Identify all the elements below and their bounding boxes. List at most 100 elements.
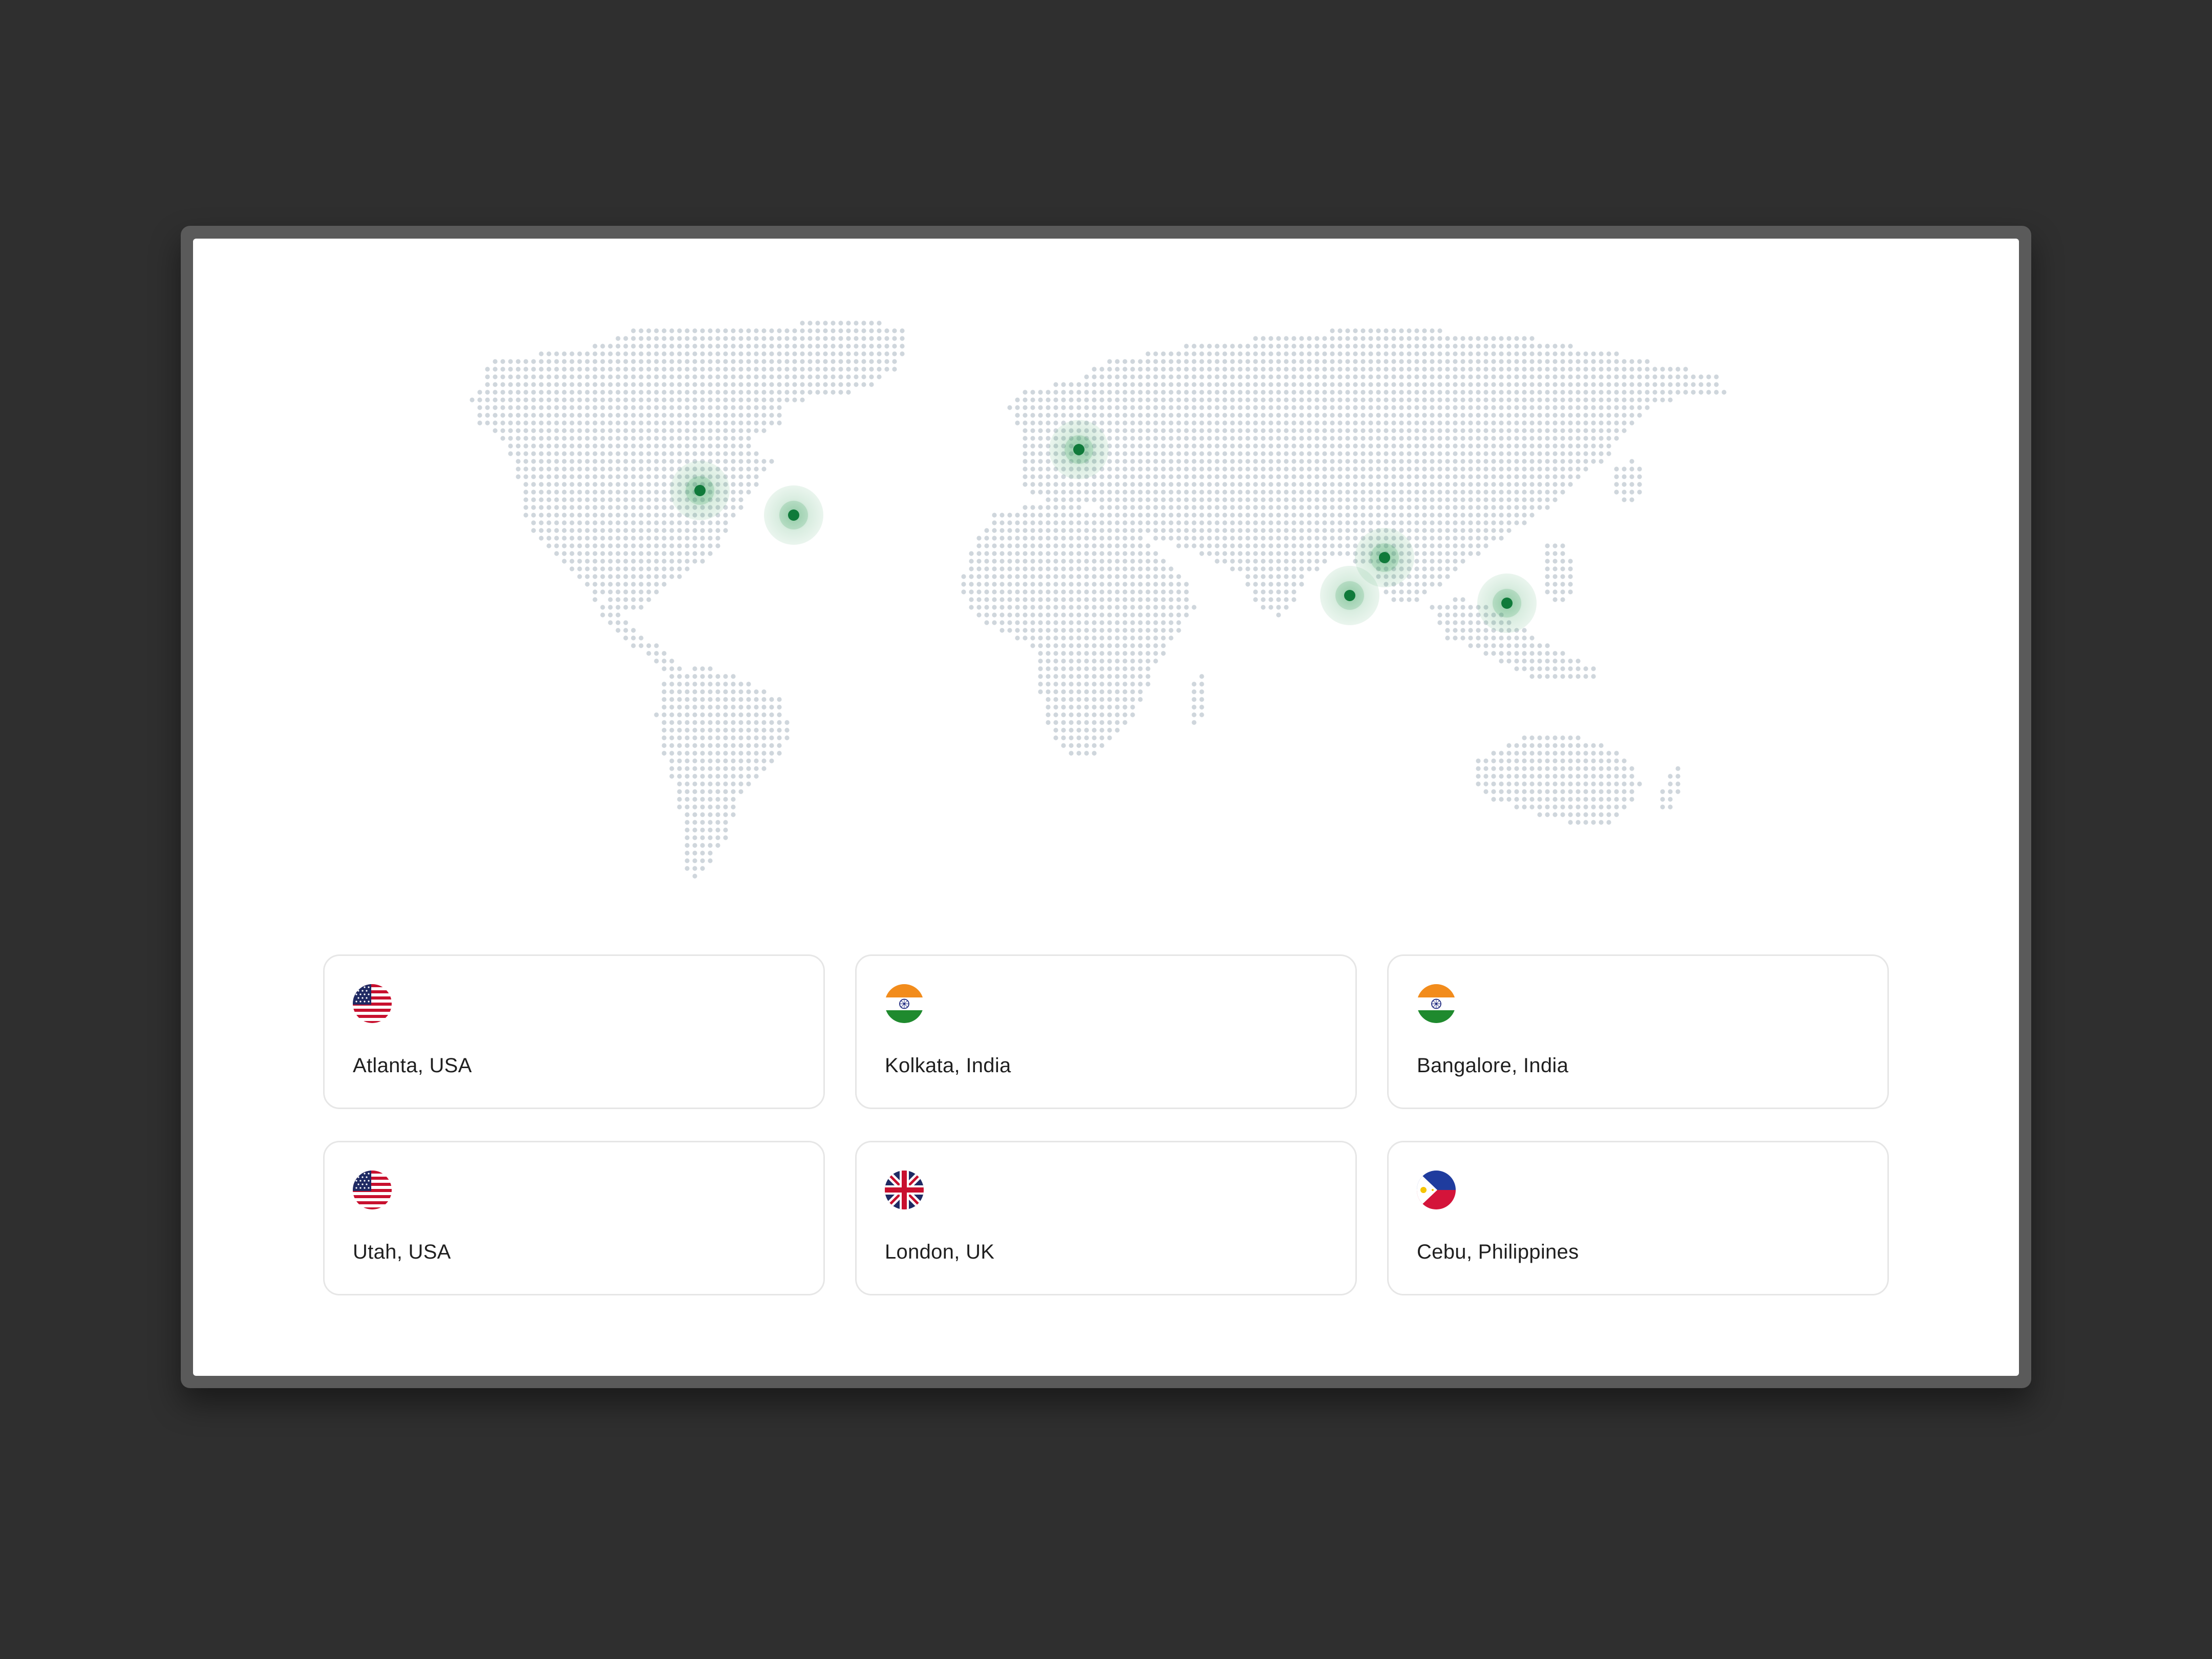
- map-dot: [592, 451, 598, 456]
- map-dot: [654, 589, 659, 594]
- map-dot: [1360, 367, 1366, 372]
- map-dot: [1483, 367, 1488, 372]
- map-dot: [692, 682, 697, 687]
- map-dot: [1606, 766, 1611, 771]
- map-dot: [646, 374, 651, 379]
- map-dot: [1407, 490, 1412, 495]
- map-marker-atlanta[interactable]: [764, 485, 823, 545]
- map-dot: [1053, 689, 1058, 694]
- map-dot: [1015, 543, 1020, 548]
- map-marker-utah[interactable]: [670, 461, 730, 520]
- map-dot: [777, 382, 782, 387]
- map-dot: [1115, 582, 1120, 587]
- map-dot: [1568, 390, 1573, 395]
- map-dot: [1099, 628, 1104, 633]
- map-dot: [1506, 505, 1512, 510]
- map-dot: [1514, 789, 1519, 794]
- map-marker-bangalore[interactable]: [1320, 566, 1379, 625]
- location-card-atlanta[interactable]: Atlanta, USA: [323, 954, 825, 1109]
- location-card-cebu[interactable]: Cebu, Philippines: [1387, 1141, 1889, 1295]
- map-dot: [1084, 574, 1089, 579]
- map-dot: [1107, 620, 1112, 625]
- map-dot: [1529, 643, 1535, 648]
- map-dot: [1537, 490, 1542, 495]
- map-dot: [1261, 474, 1266, 479]
- map-dot: [1314, 543, 1320, 548]
- map-dot: [838, 344, 843, 349]
- map-dot: [1322, 405, 1327, 410]
- map-dot: [585, 405, 590, 410]
- map-dot: [600, 451, 605, 456]
- map-dot: [615, 390, 621, 395]
- map-dot: [1453, 612, 1458, 618]
- map-dot: [1568, 566, 1573, 571]
- map-dot: [769, 351, 774, 356]
- map-dot: [1207, 420, 1212, 426]
- map-dot: [1199, 451, 1204, 456]
- map-dot: [1652, 382, 1657, 387]
- map-dot: [1360, 328, 1366, 333]
- map-dot: [1253, 413, 1258, 418]
- map-dot: [677, 328, 682, 333]
- map-dot: [1629, 382, 1634, 387]
- map-dot: [1568, 559, 1573, 564]
- map-dot: [585, 543, 590, 548]
- map-dot: [523, 367, 528, 372]
- location-card-utah[interactable]: Utah, USA: [323, 1141, 825, 1295]
- map-dot: [608, 413, 613, 418]
- map-marker-cebu[interactable]: [1477, 573, 1537, 633]
- map-dot: [1576, 351, 1581, 356]
- map-dot: [1215, 543, 1220, 548]
- location-card-london[interactable]: London, UK: [855, 1141, 1357, 1295]
- map-dot: [731, 766, 736, 771]
- map-dot: [1084, 413, 1089, 418]
- map-dot: [715, 459, 720, 464]
- map-marker-london[interactable]: [1049, 420, 1109, 479]
- map-dot: [1276, 428, 1281, 433]
- map-dot: [1345, 505, 1350, 510]
- map-dot: [1330, 336, 1335, 341]
- map-dot: [1245, 543, 1250, 548]
- map-dot: [700, 866, 705, 871]
- map-dot: [1184, 451, 1189, 456]
- map-dot: [1145, 451, 1151, 456]
- map-dot: [1529, 658, 1535, 664]
- map-dot: [1583, 351, 1588, 356]
- map-dot: [585, 413, 590, 418]
- map-dot: [1253, 405, 1258, 410]
- map-dot: [677, 428, 682, 433]
- map-dot: [1061, 390, 1066, 395]
- map-dot: [1384, 451, 1389, 456]
- location-card-bangalore[interactable]: Bangalore, India: [1387, 954, 1889, 1109]
- map-dot: [677, 559, 682, 564]
- map-dot: [615, 536, 621, 541]
- map-dot: [1161, 589, 1166, 594]
- location-card-kolkata[interactable]: Kolkata, India: [855, 954, 1357, 1109]
- map-dot: [646, 651, 651, 656]
- map-dot: [1115, 382, 1120, 387]
- map-dot: [1284, 597, 1289, 602]
- map-dot: [1199, 466, 1204, 472]
- map-dot: [531, 490, 536, 495]
- map-dot: [1453, 543, 1458, 548]
- map-dot: [1030, 390, 1035, 395]
- map-dot: [539, 374, 544, 379]
- map-dot: [1476, 628, 1481, 633]
- map-dot: [1514, 451, 1519, 456]
- map-dot: [1430, 551, 1435, 556]
- map-dot: [769, 336, 774, 341]
- map-dot: [1184, 605, 1189, 610]
- map-dot: [1015, 589, 1020, 594]
- map-dot: [1099, 743, 1104, 748]
- map-dot: [1407, 336, 1412, 341]
- map-dot: [738, 397, 743, 402]
- map-dot: [1552, 397, 1558, 402]
- map-dot: [1499, 643, 1504, 648]
- map-dot: [608, 559, 613, 564]
- map-dot: [984, 589, 989, 594]
- map-dot: [1115, 574, 1120, 579]
- map-dot: [1215, 459, 1220, 464]
- map-dot: [562, 413, 567, 418]
- map-dot: [1107, 682, 1112, 687]
- map-dot: [569, 490, 575, 495]
